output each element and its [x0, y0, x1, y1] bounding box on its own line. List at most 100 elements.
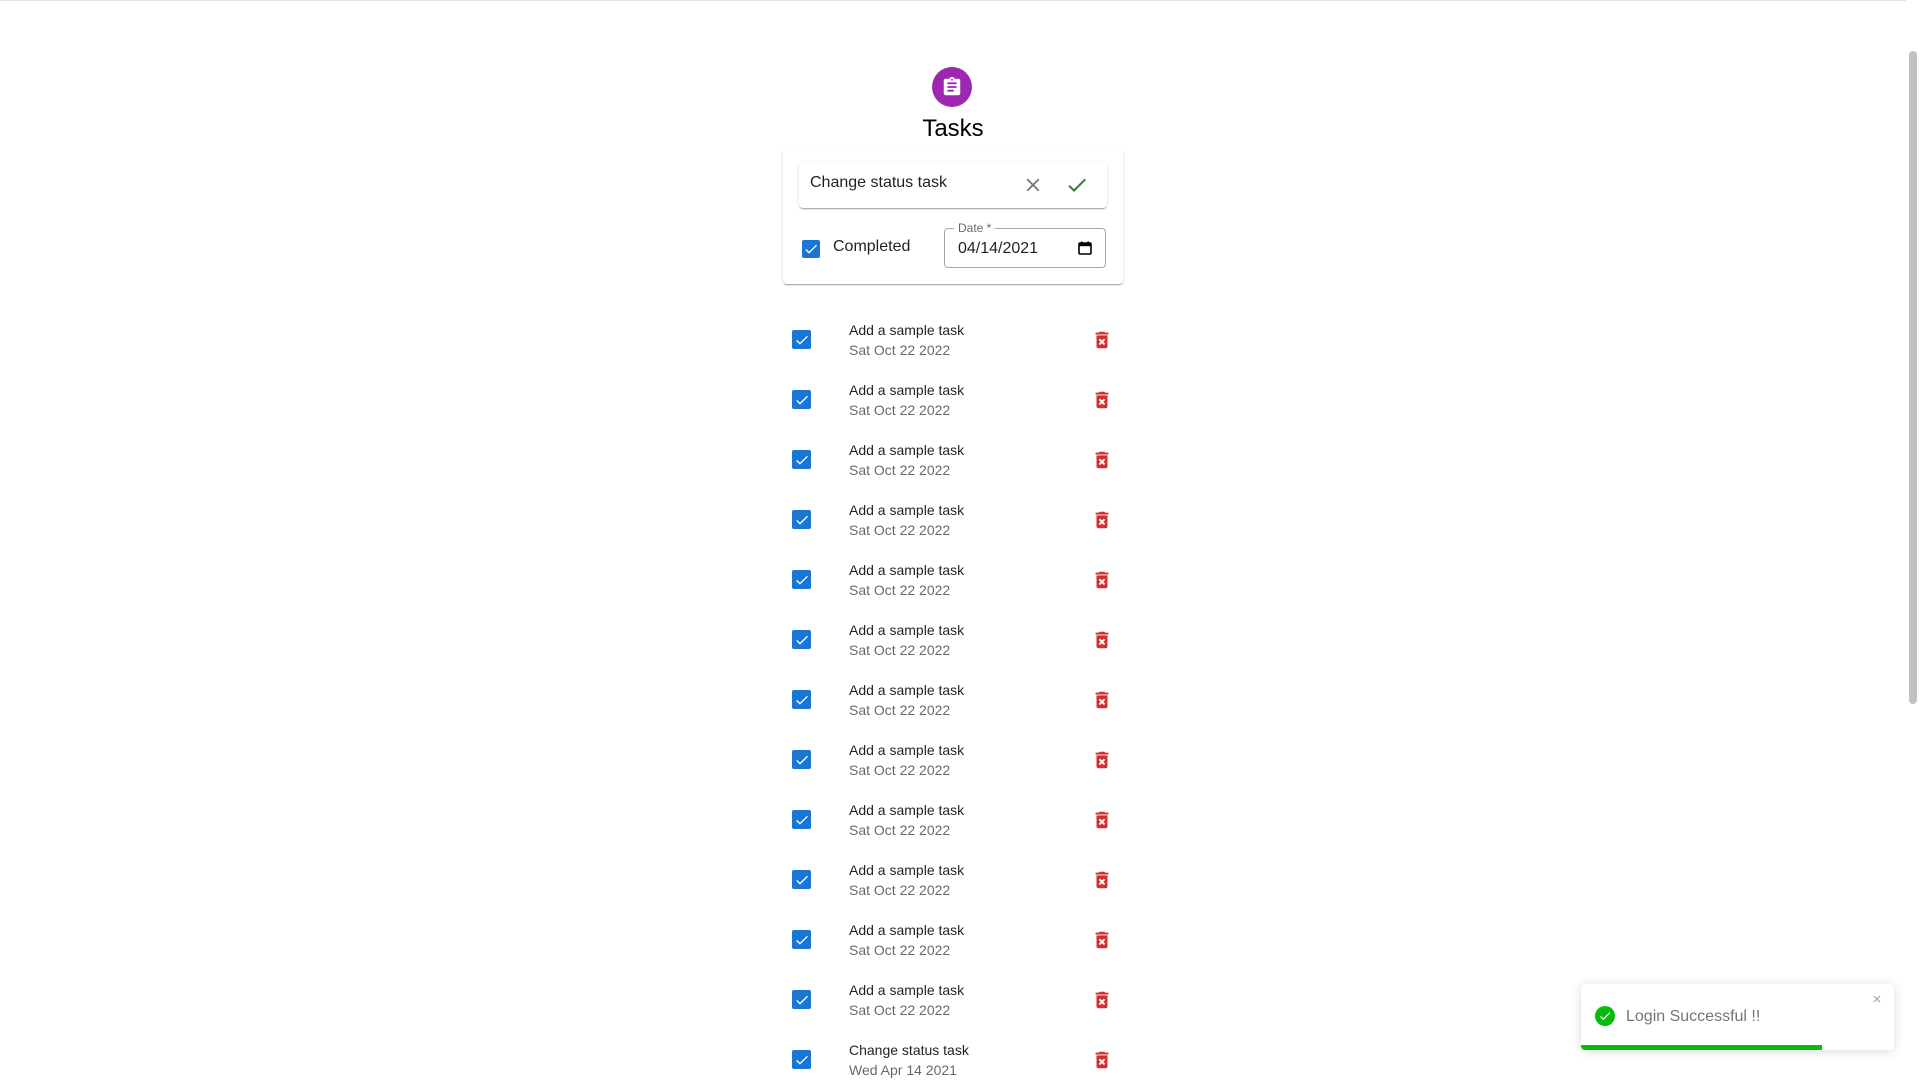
login-toast: Login Successful !! — [1581, 984, 1894, 1050]
task-item: Add a sample task Sat Oct 22 2022 — [783, 735, 1123, 795]
task-checkbox[interactable] — [792, 870, 811, 889]
delete-button[interactable] — [1090, 388, 1114, 412]
checkmark-icon — [795, 575, 808, 585]
date-label: Date * — [954, 221, 996, 235]
task-checkbox[interactable] — [792, 690, 811, 709]
checkmark-icon — [795, 395, 808, 405]
checkmark-icon — [795, 755, 808, 765]
task-checkbox[interactable] — [792, 390, 811, 409]
toast-progress-bar — [1581, 1045, 1822, 1050]
checkmark-icon — [795, 935, 808, 945]
delete-forever-icon — [1095, 331, 1109, 349]
delete-button[interactable] — [1090, 868, 1114, 892]
checkmark-icon — [795, 455, 808, 465]
checkmark-icon — [795, 995, 808, 1005]
top-divider — [0, 0, 1906, 1]
task-item: Add a sample task Sat Oct 22 2022 — [783, 675, 1123, 735]
task-checkbox[interactable] — [792, 930, 811, 949]
task-name: Add a sample task — [849, 682, 965, 698]
check-icon — [1068, 178, 1086, 192]
delete-button[interactable] — [1090, 928, 1114, 952]
task-name: Add a sample task — [849, 982, 965, 998]
delete-forever-icon — [1095, 631, 1109, 649]
scrollbar-thumb[interactable] — [1909, 51, 1917, 704]
task-checkbox[interactable] — [792, 330, 811, 349]
delete-button[interactable] — [1090, 328, 1114, 352]
task-checkbox[interactable] — [792, 570, 811, 589]
task-item: Add a sample task Sat Oct 22 2022 — [783, 495, 1123, 555]
date-field[interactable]: Date * 04/14/2021 — [944, 221, 1106, 268]
delete-button[interactable] — [1090, 628, 1114, 652]
delete-forever-icon — [1095, 931, 1109, 949]
delete-forever-icon — [1095, 511, 1109, 529]
task-list: Add a sample task Sat Oct 22 2022 Add a sa… — [783, 315, 1123, 1080]
delete-button[interactable] — [1090, 748, 1114, 772]
task-name-input[interactable] — [810, 174, 1020, 192]
page: Tasks Completed Date * 04/14/2021 — [0, 0, 1920, 1080]
delete-button[interactable] — [1090, 448, 1114, 472]
task-name: Add a sample task — [849, 562, 965, 578]
task-item: Add a sample task Sat Oct 22 2022 — [783, 435, 1123, 495]
task-name: Add a sample task — [849, 922, 965, 938]
task-checkbox[interactable] — [792, 1050, 811, 1069]
checkmark-icon — [795, 515, 808, 525]
task-item: Add a sample task Sat Oct 22 2022 — [783, 555, 1123, 615]
task-checkbox[interactable] — [792, 630, 811, 649]
task-name: Add a sample task — [849, 622, 965, 638]
edit-task-card: Completed Date * 04/14/2021 — [783, 148, 1123, 284]
task-date: Sat Oct 22 2022 — [849, 762, 951, 778]
delete-button[interactable] — [1090, 1048, 1114, 1072]
checkmark-icon — [795, 1055, 808, 1065]
task-date: Sat Oct 22 2022 — [849, 462, 951, 478]
toast-message: Login Successful !! — [1626, 1008, 1761, 1025]
delete-button[interactable] — [1090, 508, 1114, 532]
delete-forever-icon — [1095, 811, 1109, 829]
task-checkbox[interactable] — [792, 750, 811, 769]
checkmark-icon — [795, 695, 808, 705]
task-name: Add a sample task — [849, 502, 965, 518]
calendar-icon[interactable] — [1077, 240, 1093, 256]
task-item: Add a sample task Sat Oct 22 2022 — [783, 855, 1123, 915]
delete-button[interactable] — [1090, 988, 1114, 1012]
task-input-row — [799, 162, 1107, 208]
task-name: Add a sample task — [849, 802, 965, 818]
task-date: Sat Oct 22 2022 — [849, 402, 951, 418]
completed-checkbox[interactable] — [802, 240, 820, 258]
clear-button[interactable] — [1021, 173, 1045, 197]
task-item: Add a sample task Sat Oct 22 2022 — [783, 375, 1123, 435]
task-checkbox[interactable] — [792, 450, 811, 469]
task-item: Add a sample task Sat Oct 22 2022 — [783, 915, 1123, 975]
delete-button[interactable] — [1090, 568, 1114, 592]
task-name: Add a sample task — [849, 862, 965, 878]
close-icon — [1873, 995, 1881, 1003]
delete-forever-icon — [1095, 451, 1109, 469]
delete-forever-icon — [1095, 691, 1109, 709]
delete-forever-icon — [1095, 391, 1109, 409]
task-checkbox[interactable] — [792, 510, 811, 529]
task-item: Add a sample task Sat Oct 22 2022 — [783, 975, 1123, 1035]
scrollbar[interactable] — [1906, 0, 1920, 1080]
task-checkbox[interactable] — [792, 990, 811, 1009]
task-date: Sat Oct 22 2022 — [849, 882, 951, 898]
task-name: Add a sample task — [849, 742, 965, 758]
delete-forever-icon — [1095, 991, 1109, 1009]
checkmark-icon — [805, 244, 817, 254]
task-item: Add a sample task Sat Oct 22 2022 — [783, 795, 1123, 855]
task-name: Add a sample task — [849, 442, 965, 458]
toast-close-button[interactable] — [1870, 992, 1884, 1006]
checkmark-icon — [795, 815, 808, 825]
checkmark-icon — [795, 335, 808, 345]
checkmark-icon — [795, 875, 808, 885]
task-date: Sat Oct 22 2022 — [849, 342, 951, 358]
task-date: Sat Oct 22 2022 — [849, 822, 951, 838]
delete-forever-icon — [1095, 571, 1109, 589]
delete-button[interactable] — [1090, 688, 1114, 712]
task-date: Sat Oct 22 2022 — [849, 702, 951, 718]
completed-label: Completed — [833, 238, 911, 255]
task-checkbox[interactable] — [792, 810, 811, 829]
task-name: Add a sample task — [849, 322, 965, 338]
delete-button[interactable] — [1090, 808, 1114, 832]
date-value: 04/14/2021 — [958, 240, 1039, 257]
confirm-button[interactable] — [1065, 173, 1089, 197]
delete-forever-icon — [1095, 871, 1109, 889]
